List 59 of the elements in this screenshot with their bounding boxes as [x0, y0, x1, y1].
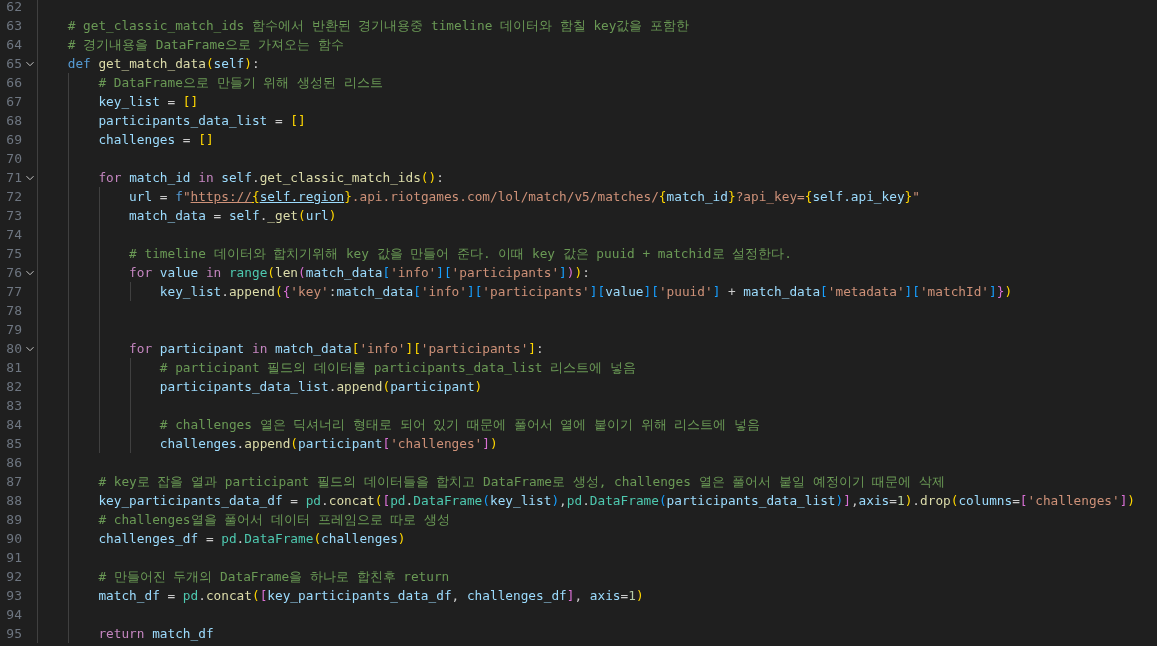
line-number: 74 [5, 226, 22, 244]
code-line: # get_classic_match_ids 함수에서 반환된 경기내용중 timeline 데이터와 함칠 key값을 포함한 [66, 17, 690, 35]
line-number: 76 [5, 264, 22, 282]
line-number: 62 [5, 0, 22, 16]
line-number: 80 [5, 340, 22, 358]
code-line: # DataFrame으로 만들기 위해 생성된 리스트 [97, 74, 383, 92]
line-number: 66 [5, 74, 22, 92]
line-number: 89 [5, 511, 22, 529]
line-number: 92 [5, 568, 22, 586]
code-line: # key로 잡을 열과 participant 필드의 데이터들을 합치고 DataFrame로 생성, challenges 열은 풀어서 붙일 예정이기 때문에 삭제 [97, 473, 945, 491]
line-number: 73 [5, 207, 22, 225]
line-number: 86 [5, 454, 22, 472]
line-number: 91 [5, 549, 22, 567]
code-line: key_list.append({'key':match_data['info']['participants'][value]['puuid'] + match_data['metadata']['matchId']}) [158, 283, 1013, 301]
line-number: 93 [5, 587, 22, 605]
line-number: 63 [5, 17, 22, 35]
code-line: def get_match_data(self): [66, 55, 260, 73]
line-number: 95 [5, 625, 22, 643]
line-number: 75 [5, 245, 22, 263]
line-number: 88 [5, 492, 22, 510]
line-number: 79 [5, 321, 22, 339]
code-line: key_list = [] [97, 93, 199, 111]
code-line: for participant in match_data['info']['participants']: [128, 340, 544, 358]
line-number: 71 [5, 169, 22, 187]
line-number: 90 [5, 530, 22, 548]
code-line: # participant 필드의 데이터를 participants_data_list 리스트에 넣음 [158, 359, 636, 377]
line-number: 65 [5, 55, 22, 73]
code-line: participants_data_list.append(participant) [158, 378, 483, 396]
line-number: 94 [5, 606, 22, 624]
code-line: # 만들어진 두개의 DataFrame을 하나로 합친후 return [97, 568, 450, 586]
code-line: match_df = pd.concat([key_participants_data_df, challenges_df], axis=1) [97, 587, 644, 605]
line-number: 82 [5, 378, 22, 396]
line-number: 68 [5, 112, 22, 130]
code-line: match_data = self._get(url) [128, 207, 337, 225]
line-number: 72 [5, 188, 22, 206]
code-line: for match_id in self.get_classic_match_ids(): [97, 169, 444, 187]
code-line: challenges = [] [97, 131, 214, 149]
line-number: 83 [5, 397, 22, 415]
code-line: challenges_df = pd.DataFrame(challenges) [97, 530, 406, 548]
line-number: 87 [5, 473, 22, 491]
code-line: # challenges 열은 딕셔너리 형태로 되어 있기 때문에 풀어서 열에 붙이기 위해 리스트에 넣음 [158, 416, 761, 434]
line-number: 85 [5, 435, 22, 453]
code-line: url = f"https://{self.region}.api.riotgames.com/lol/match/v5/matches/{match_id}?api_key={self.api_key}" [128, 188, 920, 206]
line-number: 69 [5, 131, 22, 149]
line-number: 67 [5, 93, 22, 111]
line-number: 77 [5, 283, 22, 301]
line-number: 70 [5, 150, 22, 168]
code-line: challenges.append(participant['challenges']) [158, 435, 498, 453]
code-line: key_participants_data_df = pd.concat([pd.DataFrame(key_list),pd.DataFrame(participants_data_list)],axis=1).drop(columns=['challenges']) [97, 492, 1136, 510]
code-line: # timeline 데이터와 합치기위해 key 값을 만들어 준다. 이때 key 값은 puuid + matchid로 설정한다. [128, 245, 792, 263]
line-number: 64 [5, 36, 22, 54]
code-line: # challenges열을 풀어서 데이터 프레임으로 따로 생성 [97, 511, 450, 529]
code-line: # 경기내용을 DataFrame으로 가져오는 함수 [66, 36, 345, 54]
line-number: 81 [5, 359, 22, 377]
code-line: return match_df [97, 625, 214, 643]
code-line: for value in range(len(match_data['info']['participants'])): [128, 264, 590, 282]
line-number: 84 [5, 416, 22, 434]
line-number: 78 [5, 302, 22, 320]
code-line: participants_data_list = [] [97, 112, 306, 130]
